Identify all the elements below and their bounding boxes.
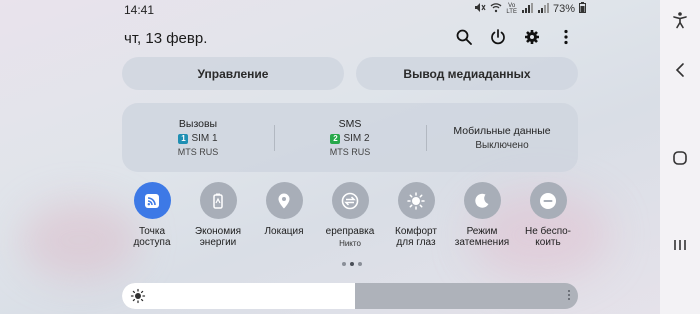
sms-operator: MTS RUS	[329, 147, 371, 157]
signal-icon	[521, 2, 533, 16]
tile-label: Локация	[264, 226, 304, 237]
tile-eye-comfort[interactable]: Комфорт для глаз	[386, 182, 446, 248]
location-icon	[265, 182, 303, 219]
sms-sim-label: SIM 2	[343, 133, 370, 144]
hotspot-icon	[133, 182, 171, 219]
brightness-fill	[122, 283, 355, 309]
calls-sim-label: SIM 1	[191, 133, 218, 144]
battery-icon	[579, 2, 586, 16]
tile-label: Не беспо- коить	[524, 226, 572, 248]
tile-quick-share[interactable]: ереправка Никто	[320, 182, 380, 248]
mute-icon	[474, 2, 486, 16]
tile-location[interactable]: Локация	[254, 182, 314, 248]
tile-label: Точка доступа	[133, 226, 171, 248]
tile-hotspot[interactable]: Точка доступа	[122, 182, 182, 248]
more-vert-icon[interactable]	[568, 290, 570, 300]
signal-icon	[537, 2, 549, 16]
brightness-icon	[130, 288, 146, 309]
quick-settings-tiles: Точка доступа Экономия энергии Локация е…	[122, 182, 578, 248]
sms-sim-selector[interactable]: SMS 2 SIM 2 MTS RUS	[274, 103, 426, 172]
accessibility-icon[interactable]	[670, 10, 690, 30]
power-icon[interactable]	[488, 27, 508, 47]
tile-label: Экономия энергии	[194, 226, 242, 248]
manage-button[interactable]: Управление	[122, 57, 344, 90]
dark-mode-icon	[463, 182, 501, 219]
tile-label: Режим затемнения	[454, 226, 510, 248]
calls-sim-selector[interactable]: Вызовы 1 SIM 1 MTS RUS	[122, 103, 274, 172]
tile-dark-mode[interactable]: Режим затемнения	[452, 182, 512, 248]
sms-title: SMS	[338, 118, 362, 130]
status-icons: Vo LTE 73%	[474, 2, 586, 16]
mobile-data-status: Выключено	[475, 139, 529, 151]
battery-percent: 73%	[552, 3, 575, 15]
power-saving-icon	[199, 182, 237, 219]
sms-sim: 2 SIM 2	[330, 133, 370, 144]
gear-icon[interactable]	[522, 27, 542, 47]
sim1-badge: 1	[178, 133, 189, 144]
sim-panel: Вызовы 1 SIM 1 MTS RUS SMS 2 SIM 2 MTS R…	[122, 103, 578, 172]
volte-icon: Vo LTE	[506, 3, 517, 15]
page-dot	[350, 262, 354, 266]
status-time: 14:41	[124, 3, 155, 17]
tile-power-saving[interactable]: Экономия энергии	[188, 182, 248, 248]
date-label: чт, 13 февр.	[124, 30, 208, 47]
navigation-bar	[660, 0, 700, 314]
tile-do-not-disturb[interactable]: Не беспо- коить	[518, 182, 578, 248]
calls-operator: MTS RUS	[177, 147, 219, 157]
calls-title: Вызовы	[178, 118, 218, 130]
page-dot	[358, 262, 362, 266]
wifi-icon	[490, 2, 502, 16]
tile-sublabel: Никто	[339, 239, 361, 248]
brightness-slider[interactable]	[122, 283, 578, 309]
sim2-badge: 2	[330, 133, 341, 144]
page-indicator[interactable]	[342, 262, 362, 266]
search-icon[interactable]	[454, 27, 474, 47]
mobile-data-toggle[interactable]: Мобильные данные Выключено	[426, 103, 578, 172]
tile-label: Комфорт для глаз	[395, 226, 437, 248]
quick-panel: 14:41 Vo LTE 73% чт, 13 февр. Управление…	[0, 0, 660, 314]
eye-comfort-icon	[397, 182, 435, 219]
quick-share-icon	[331, 182, 369, 219]
media-output-button[interactable]: Вывод медиаданных	[356, 57, 578, 90]
page-dot	[342, 262, 346, 266]
home-icon[interactable]	[670, 148, 690, 168]
back-icon[interactable]	[670, 60, 690, 80]
calls-sim: 1 SIM 1	[178, 133, 218, 144]
do-not-disturb-icon	[529, 182, 567, 219]
recents-icon[interactable]	[670, 235, 690, 255]
tile-label: ереправка	[325, 226, 375, 237]
header-actions	[454, 27, 576, 47]
more-vert-icon[interactable]	[556, 27, 576, 47]
mobile-data-title: Мобильные данные	[453, 124, 551, 137]
